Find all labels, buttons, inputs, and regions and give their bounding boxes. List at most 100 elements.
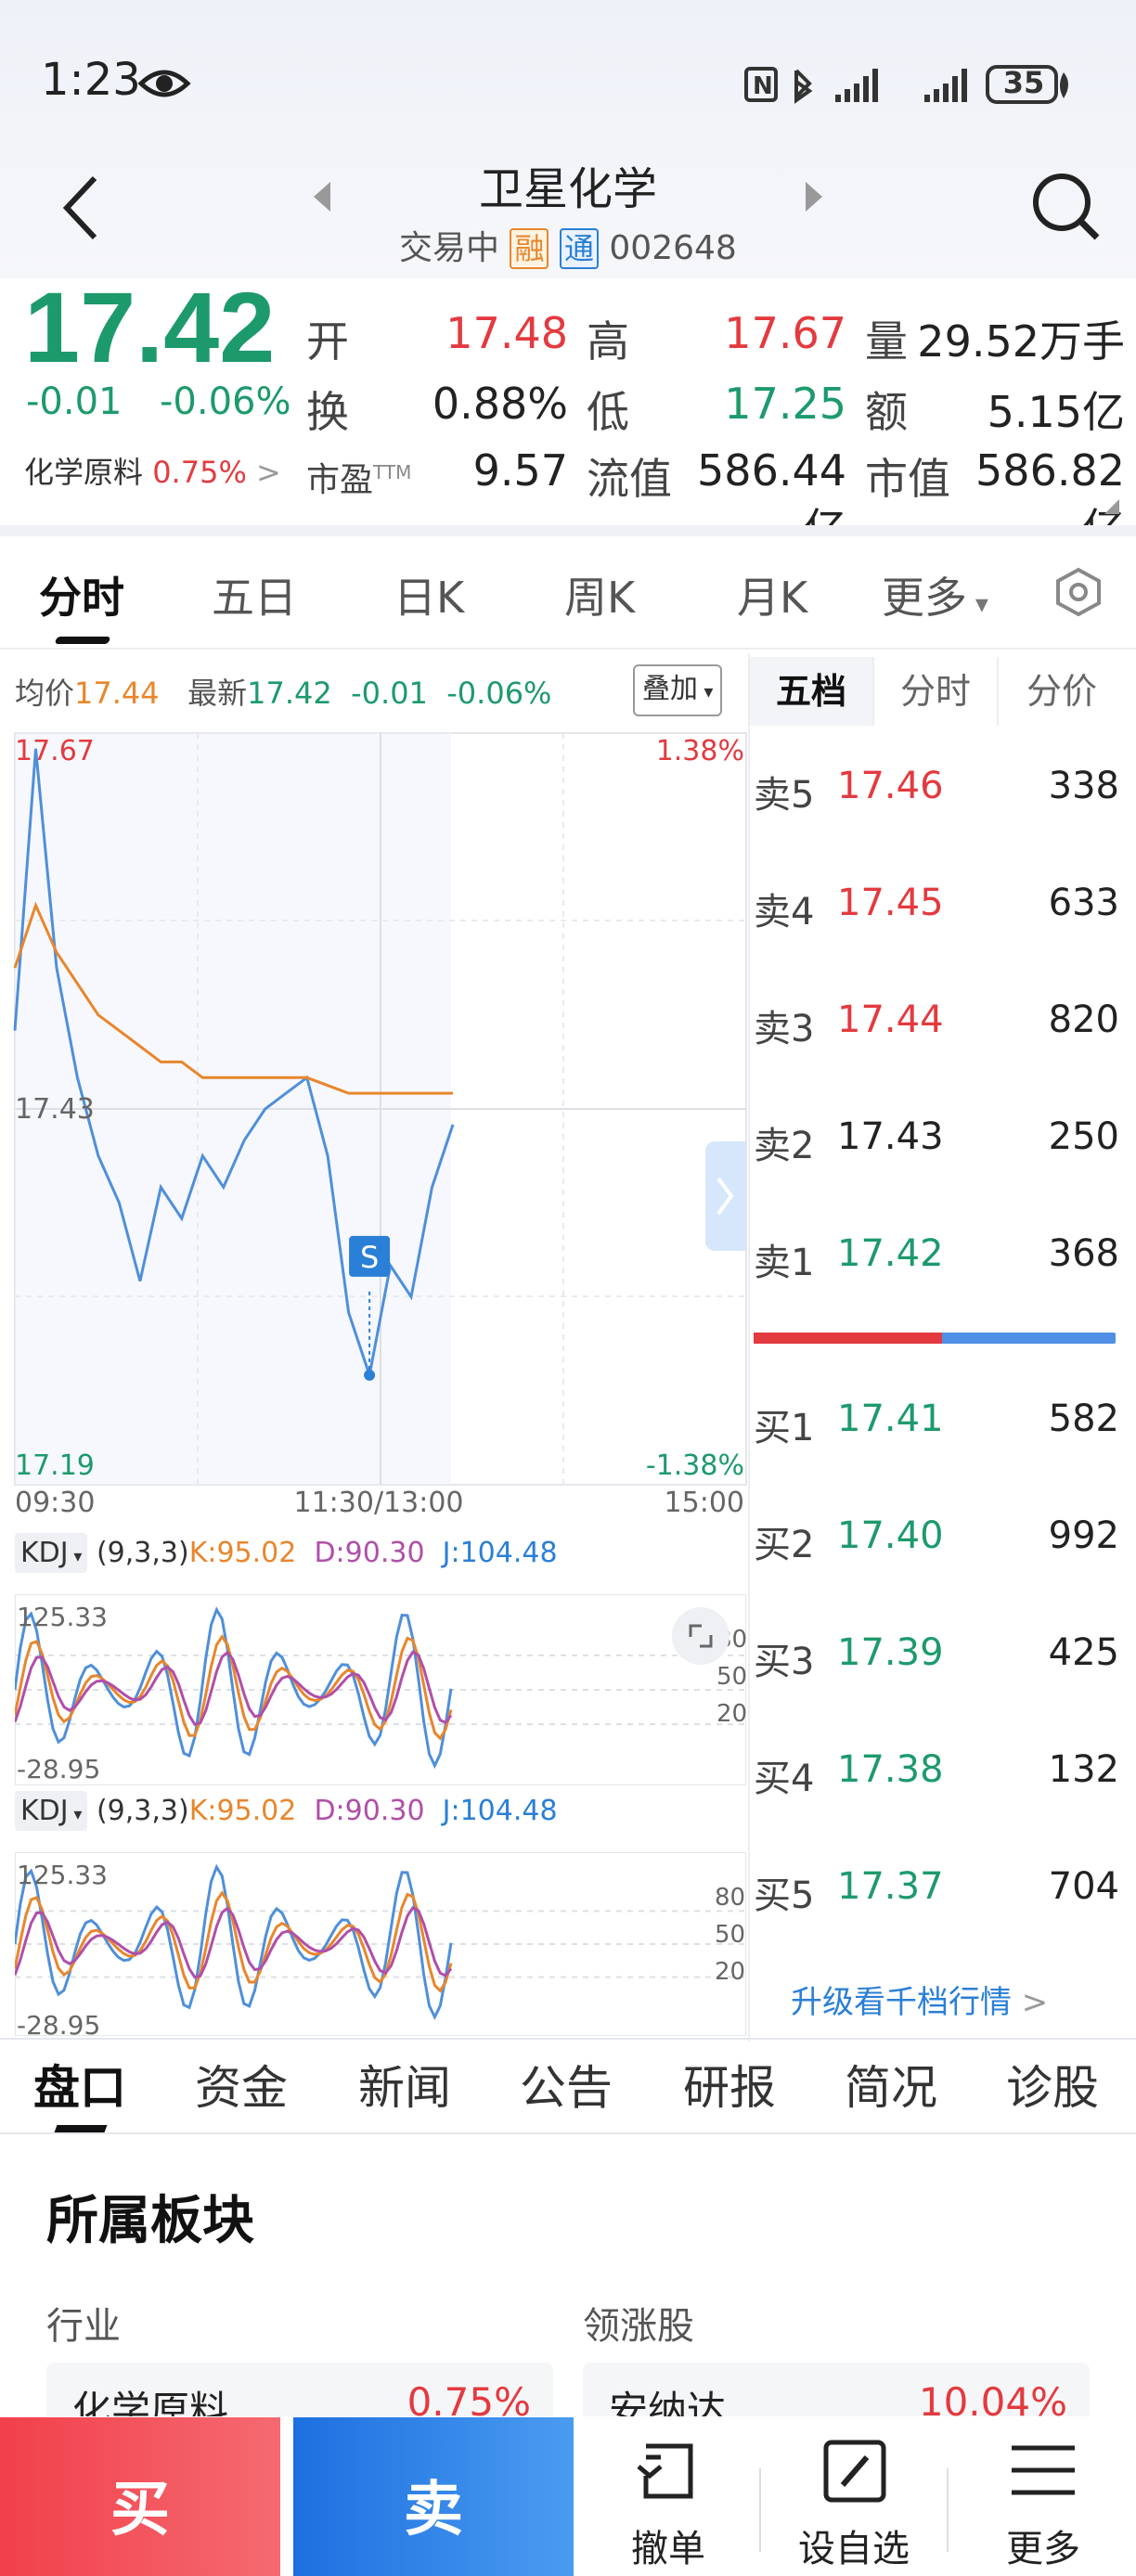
- bid-row[interactable]: 买4 17.38 132: [754, 1735, 1125, 1810]
- chart-tabs: 分时 五日 日K 周K 月K 更多 ▾: [0, 536, 1136, 648]
- back-icon[interactable]: [59, 173, 102, 243]
- chevron-right-icon: >: [1012, 1984, 1049, 2021]
- bid-volume: 992: [1048, 1514, 1119, 1557]
- search-icon[interactable]: [1030, 171, 1101, 241]
- cancel-order-button[interactable]: 撤单: [594, 2431, 742, 2570]
- ask-price: 17.46: [837, 765, 944, 807]
- price-change: -0.01: [26, 380, 123, 423]
- orderbook-tab-price[interactable]: 分价: [997, 657, 1125, 726]
- tab-news[interactable]: 新闻: [358, 2051, 451, 2118]
- tab-underline: [54, 637, 111, 644]
- kdj-header-2: KDJ ▾ (9,3,3)K:95.02 D:90.30 J:104.48: [15, 1791, 558, 1831]
- buy-button[interactable]: 买: [0, 2417, 280, 2576]
- orderbook-tab-five[interactable]: 五档: [750, 657, 872, 726]
- sell-label: 卖: [404, 2476, 463, 2544]
- tab-research[interactable]: 研报: [683, 2051, 776, 2118]
- high-value: 17.67: [724, 308, 846, 358]
- tab-funds[interactable]: 资金: [195, 2051, 288, 2118]
- ask-label: 卖5: [754, 774, 815, 817]
- kdj-chart-1: [15, 1594, 746, 1785]
- overlay-button[interactable]: 叠加 ▾: [633, 664, 723, 716]
- tab-five-day[interactable]: 五日: [212, 564, 297, 625]
- bid-row[interactable]: 买5 17.37 704: [754, 1852, 1125, 1926]
- leader-label: 领涨股: [583, 2305, 694, 2348]
- add-watchlist-button[interactable]: 设自选: [780, 2431, 928, 2570]
- time-end: 15:00: [664, 1487, 744, 1519]
- dropdown-icon: ▾: [698, 680, 714, 702]
- bid-price: 17.39: [837, 1631, 944, 1674]
- ask-volume: 250: [1048, 1115, 1119, 1158]
- tab-more[interactable]: 更多 ▾: [882, 564, 988, 625]
- signal-marker-label: S: [360, 1240, 379, 1275]
- latest-change: -0.01: [351, 676, 428, 711]
- ask-row[interactable]: 卖1 17.42 368: [754, 1219, 1125, 1294]
- trading-status: 交易中: [399, 229, 500, 267]
- avg-label: 均价: [15, 676, 75, 711]
- expand-side-handle[interactable]: [705, 1141, 746, 1251]
- chart-info: 均价17.44 最新17.42 -0.01 -0.06%: [15, 670, 551, 713]
- chart-axis-bottom-right: -1.38%: [645, 1449, 744, 1482]
- tab-monthly-k[interactable]: 月K: [737, 564, 807, 625]
- ask-volume: 820: [1048, 998, 1119, 1041]
- ask-price: 17.43: [837, 1115, 944, 1158]
- sector-link[interactable]: 化学原料 0.75% >: [24, 449, 281, 492]
- latest-value: 17.42: [247, 676, 332, 711]
- kdj-l20-2: 20: [715, 1958, 746, 1986]
- amount-value: 5.15亿: [987, 387, 1125, 437]
- ask-row[interactable]: 卖3 17.44 820: [754, 985, 1125, 1060]
- tab-orderbook[interactable]: 盘口: [33, 2051, 126, 2118]
- ask-volume: 633: [1048, 882, 1119, 924]
- prev-stock-icon[interactable]: [310, 180, 334, 213]
- low-label: 低: [587, 387, 629, 437]
- intraday-chart[interactable]: S: [0, 724, 748, 1540]
- volume-label: 量: [865, 316, 908, 367]
- ask-label: 卖4: [754, 891, 815, 934]
- kdj-k: K:95.02: [188, 1795, 297, 1827]
- ask-row[interactable]: 卖2 17.43 250: [754, 1102, 1125, 1177]
- pe-label-text: 市盈: [306, 461, 374, 499]
- tab-announcements[interactable]: 公告: [520, 2051, 613, 2118]
- more-button[interactable]: 更多: [969, 2431, 1117, 2570]
- ask-price: 17.45: [837, 882, 944, 924]
- expand-icon: [689, 1624, 713, 1648]
- bid-label: 买4: [754, 1758, 815, 1800]
- bid-volume: 704: [1048, 1865, 1119, 1908]
- tab-profile[interactable]: 简况: [845, 2051, 937, 2118]
- ask-row[interactable]: 卖4 17.45 633: [754, 869, 1125, 943]
- volume-value: 29.52万手: [917, 316, 1125, 367]
- battery-level: 35: [1002, 65, 1045, 100]
- chevron-right-icon: [716, 1177, 734, 1216]
- fullscreen-button[interactable]: [672, 1607, 729, 1665]
- kdj-l50-2: 50: [715, 1921, 746, 1949]
- connect-badge: 通: [559, 228, 599, 269]
- latest-pct: -0.06%: [446, 676, 552, 711]
- kdj-top-2: 125.33: [17, 1860, 108, 1890]
- kdj-selector[interactable]: KDJ ▾: [15, 1791, 88, 1831]
- cancel-label: 撤单: [631, 2528, 705, 2570]
- industry-label: 行业: [46, 2305, 121, 2348]
- expand-corner-icon[interactable]: [1103, 497, 1121, 516]
- next-stock-icon[interactable]: [802, 180, 826, 213]
- kdj-params: (9,3,3): [96, 1795, 189, 1827]
- upgrade-link[interactable]: 升级看千档行情 >: [791, 1977, 1048, 2022]
- kdj-chart-2: [15, 1852, 746, 2036]
- settings-hexagon-icon[interactable]: [1052, 566, 1104, 618]
- bid-row[interactable]: 买1 17.41 582: [754, 1385, 1125, 1459]
- bid-label: 买3: [754, 1641, 815, 1683]
- kdj-selector[interactable]: KDJ ▾: [15, 1533, 88, 1573]
- tab-diagnosis[interactable]: 诊股: [1006, 2051, 1099, 2118]
- tab-daily-k[interactable]: 日K: [394, 564, 464, 625]
- ask-row[interactable]: 卖5 17.46 338: [754, 752, 1125, 826]
- bid-row[interactable]: 买2 17.40 992: [754, 1501, 1125, 1576]
- bid-row[interactable]: 买3 17.39 425: [754, 1618, 1125, 1693]
- kdj-frame: [15, 1594, 746, 1785]
- bid-volume: 582: [1048, 1397, 1119, 1440]
- chart-axis-bottom-left: 17.19: [15, 1449, 95, 1482]
- dropdown-icon: ▾: [68, 1547, 83, 1566]
- sell-button[interactable]: 卖: [293, 2417, 574, 2576]
- buy-label: 买: [110, 2476, 170, 2544]
- orderbook-tab-ticks[interactable]: 分时: [872, 657, 997, 726]
- tab-intraday[interactable]: 分时: [39, 564, 124, 625]
- tab-weekly-k[interactable]: 周K: [564, 564, 635, 625]
- kdj-d: D:90.30: [314, 1537, 425, 1569]
